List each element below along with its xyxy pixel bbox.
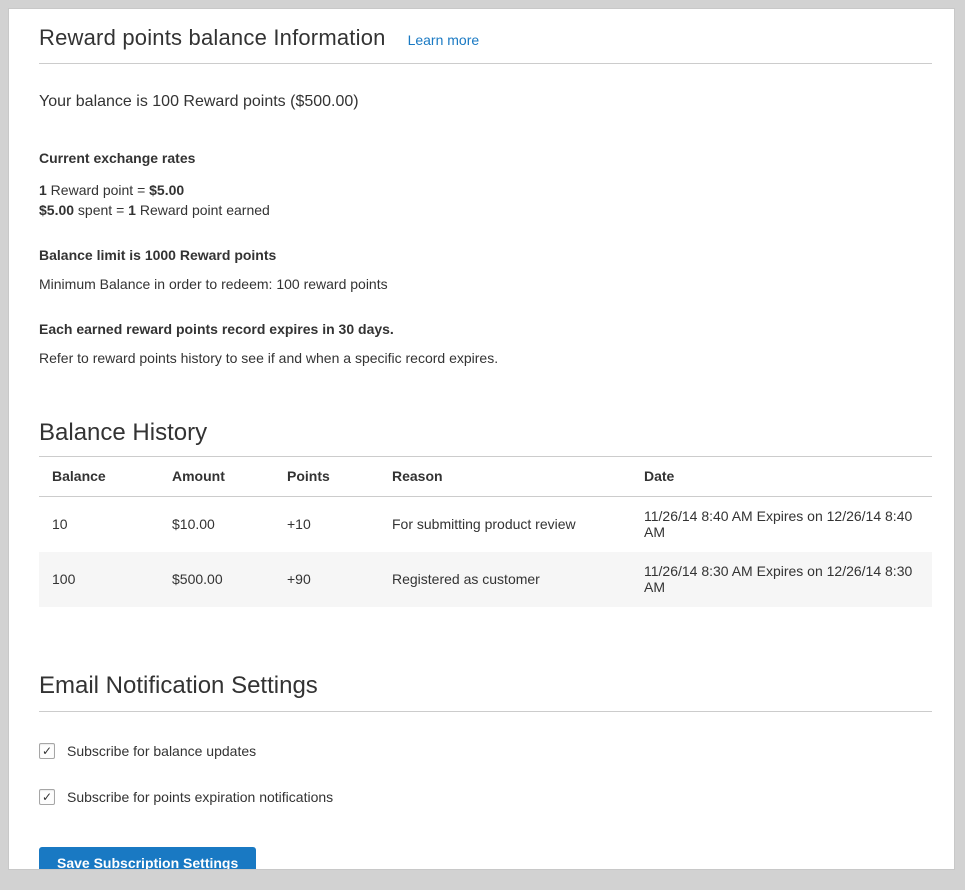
rate-currency-value: $5.00 <box>39 202 74 218</box>
column-header-amount: Amount <box>159 457 274 497</box>
table-header-row: Balance Amount Points Reason Date <box>39 457 932 497</box>
page-header: Reward points balance Information Learn … <box>39 25 932 64</box>
learn-more-link[interactable]: Learn more <box>408 32 480 48</box>
checkmark-icon: ✓ <box>42 791 52 803</box>
email-settings-heading: Email Notification Settings <box>39 671 932 712</box>
cell-points: +10 <box>274 497 379 553</box>
balance-updates-checkbox[interactable]: ✓ <box>39 743 55 759</box>
exchange-rates-heading: Current exchange rates <box>39 149 932 168</box>
cell-amount: $10.00 <box>159 497 274 553</box>
cell-date: 11/26/14 8:40 AM Expires on 12/26/14 8:4… <box>631 497 932 553</box>
reward-points-card: Reward points balance Information Learn … <box>8 8 955 870</box>
cell-date: 11/26/14 8:30 AM Expires on 12/26/14 8:3… <box>631 552 932 607</box>
column-header-balance: Balance <box>39 457 159 497</box>
rate-points-value: 1 <box>39 182 47 198</box>
exchange-rate-line-1: 1 Reward point = $5.00 <box>39 180 932 200</box>
balance-summary: Your balance is 100 Reward points ($500.… <box>39 91 932 113</box>
page-title: Reward points balance Information <box>39 25 386 51</box>
balance-updates-option: ✓ Subscribe for balance updates <box>39 743 932 759</box>
column-header-date: Date <box>631 457 932 497</box>
balance-limit-text: Balance limit is 1000 Reward points <box>39 246 932 265</box>
rate-text: spent = <box>74 202 128 218</box>
cell-reason: Registered as customer <box>379 552 631 607</box>
rate-text: Reward point earned <box>136 202 270 218</box>
cell-amount: $500.00 <box>159 552 274 607</box>
checkmark-icon: ✓ <box>42 745 52 757</box>
table-row: 10 $10.00 +10 For submitting product rev… <box>39 497 932 553</box>
exchange-rate-line-2: $5.00 spent = 1 Reward point earned <box>39 200 932 220</box>
cell-reason: For submitting product review <box>379 497 631 553</box>
expiration-notifications-checkbox[interactable]: ✓ <box>39 789 55 805</box>
minimum-balance-text: Minimum Balance in order to redeem: 100 … <box>39 275 932 294</box>
expiry-note-text: Refer to reward points history to see if… <box>39 349 932 368</box>
table-row: 100 $500.00 +90 Registered as customer 1… <box>39 552 932 607</box>
balance-updates-label: Subscribe for balance updates <box>67 743 256 759</box>
cell-balance: 10 <box>39 497 159 553</box>
expiry-text: Each earned reward points record expires… <box>39 320 932 339</box>
expiration-notifications-option: ✓ Subscribe for points expiration notifi… <box>39 789 932 805</box>
expiration-notifications-label: Subscribe for points expiration notifica… <box>67 789 333 805</box>
exchange-rates: 1 Reward point = $5.00 $5.00 spent = 1 R… <box>39 180 932 220</box>
column-header-reason: Reason <box>379 457 631 497</box>
rate-text: Reward point = <box>47 182 149 198</box>
column-header-points: Points <box>274 457 379 497</box>
balance-history-table: Balance Amount Points Reason Date 10 $10… <box>39 457 932 607</box>
balance-history-heading: Balance History <box>39 418 932 457</box>
save-subscription-settings-button[interactable]: Save Subscription Settings <box>39 847 256 870</box>
rate-currency-value: $5.00 <box>149 182 184 198</box>
rate-points-value: 1 <box>128 202 136 218</box>
cell-balance: 100 <box>39 552 159 607</box>
cell-points: +90 <box>274 552 379 607</box>
